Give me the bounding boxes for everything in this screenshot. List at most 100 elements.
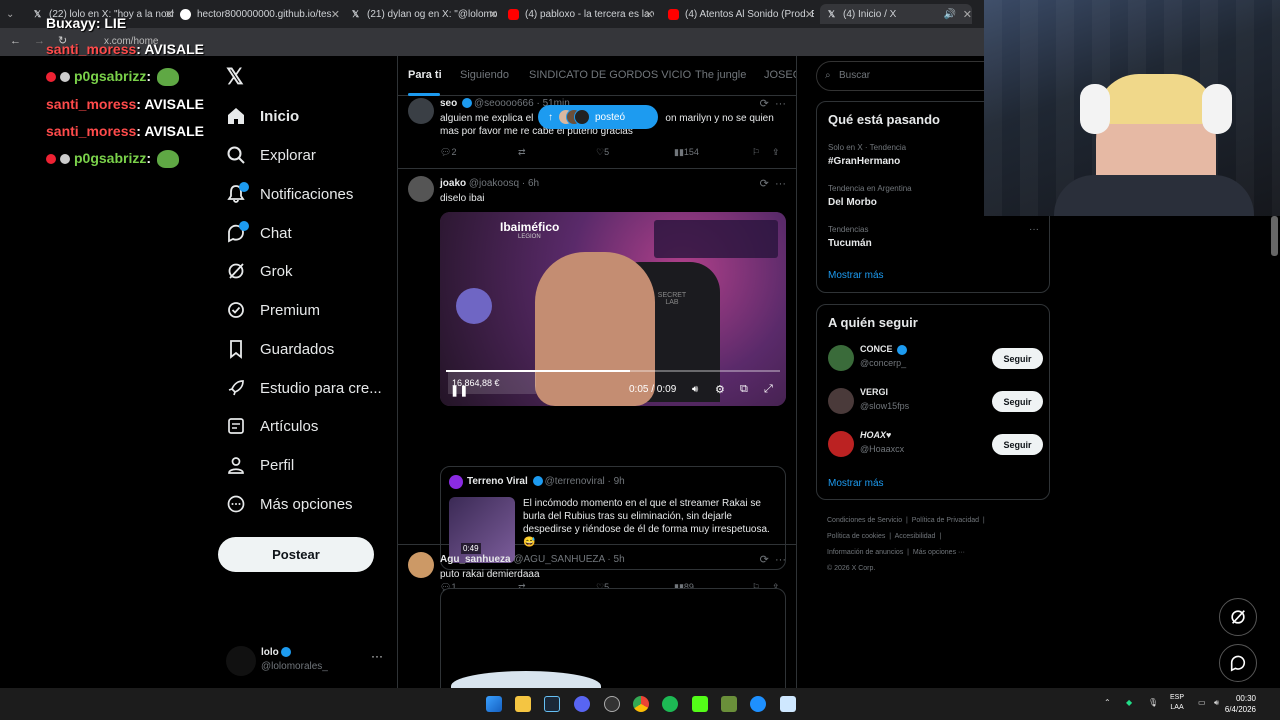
retweet-button[interactable]: ⇄ bbox=[518, 147, 526, 158]
grok-button[interactable] bbox=[1219, 598, 1257, 636]
trend-item[interactable]: Tendencias Tucumán ··· bbox=[817, 222, 1049, 256]
bookmark-icon[interactable]: ⚐ bbox=[752, 147, 760, 158]
trend-more-icon[interactable]: ··· bbox=[1029, 224, 1039, 235]
browser-tab[interactable]: (4) pabloxo - la tercera es la ve ✕ bbox=[508, 4, 654, 24]
close-tab-icon[interactable]: ✕ bbox=[963, 8, 972, 21]
footer-link[interactable]: Condiciones de Servicio bbox=[827, 517, 902, 524]
taskbar: ⌃ ◆ 🎙︎ ESP LAA ▭ 🔊︎ 00:30 6/4/2026 bbox=[0, 688, 1280, 720]
follow-button[interactable]: Seguir bbox=[992, 391, 1043, 412]
volume-icon[interactable]: 🔊︎ bbox=[1214, 698, 1219, 708]
kick-icon[interactable] bbox=[692, 696, 708, 712]
browser-tab[interactable]: (4) Atentos Al Sonido (Prod. Ela ✕ bbox=[668, 4, 814, 24]
follow-suggestion[interactable]: CONCE @concerp_ Seguir bbox=[828, 342, 1043, 376]
tweet-more-icon[interactable]: ⟳ ··· bbox=[760, 177, 786, 190]
browser-tab-active[interactable]: 𝕏 (4) Inicio / X 🔊 ✕ bbox=[820, 4, 972, 24]
headphones bbox=[1202, 84, 1232, 134]
video-progress-track[interactable] bbox=[446, 370, 780, 372]
scrollbar[interactable] bbox=[1271, 216, 1278, 256]
notification-badge bbox=[239, 221, 249, 231]
speaker-icon[interactable]: 🔊 bbox=[944, 9, 956, 20]
app-icon[interactable] bbox=[750, 696, 766, 712]
back-icon[interactable]: ← bbox=[10, 35, 21, 47]
tweet-more-icon[interactable]: ⟳ ··· bbox=[760, 97, 786, 110]
tab-siguiendo[interactable]: Siguiendo bbox=[460, 69, 509, 81]
settings-icon[interactable]: ⚙ bbox=[715, 383, 725, 396]
new-posts-pill[interactable]: ↑ posteó bbox=[538, 105, 658, 129]
chrome-icon[interactable] bbox=[633, 696, 649, 712]
like-button[interactable]: ♡ 5 bbox=[596, 147, 609, 158]
follow-suggestion[interactable]: HOAX♥ @Hoaaxcx Seguir bbox=[828, 428, 1043, 462]
close-tab-icon[interactable]: ✕ bbox=[645, 8, 654, 21]
sidebar-item-grok[interactable]: Grok bbox=[226, 256, 293, 286]
follow-button[interactable]: Seguir bbox=[992, 434, 1043, 455]
close-tab-icon[interactable]: ✕ bbox=[805, 8, 814, 21]
close-tab-icon[interactable]: ✕ bbox=[331, 8, 340, 21]
follow-button[interactable]: Seguir bbox=[992, 348, 1043, 369]
media-preview[interactable] bbox=[440, 588, 786, 688]
steam-icon[interactable] bbox=[544, 696, 560, 712]
bookmark-icon bbox=[230, 340, 242, 359]
volume-icon[interactable]: 🔊︎ bbox=[692, 384, 698, 395]
show-more-link[interactable]: Mostrar más bbox=[828, 270, 884, 281]
sidebar-item-creator-studio[interactable]: Estudio para cre... bbox=[226, 373, 382, 403]
x-logo-icon[interactable]: 𝕏 bbox=[226, 66, 248, 88]
footer-link[interactable]: Accesibilidad bbox=[895, 533, 936, 540]
pause-icon[interactable]: ❚❚ bbox=[450, 384, 468, 397]
sidebar-item-profile[interactable]: Perfil bbox=[226, 450, 294, 480]
tab-joseo[interactable]: JOSEO bbox=[764, 69, 796, 81]
footer-link[interactable]: Información de anuncios bbox=[827, 549, 903, 556]
file-explorer-icon[interactable] bbox=[515, 696, 531, 712]
clock[interactable]: 00:30 6/4/2026 bbox=[1225, 693, 1256, 715]
video-player[interactable]: Ibaiméfico LEGION SECRET LAB 16.864,88 €… bbox=[440, 212, 786, 406]
fullscreen-icon[interactable]: ⤢ bbox=[764, 383, 773, 396]
obs-icon[interactable] bbox=[604, 696, 620, 712]
discord-icon[interactable] bbox=[574, 696, 590, 712]
tab-search-button[interactable]: ⌄ bbox=[6, 4, 22, 24]
sidebar-item-explore[interactable]: Explorar bbox=[226, 140, 316, 170]
tweet[interactable]: Agu_sanhueza @AGU_SANHUEZA · 5h ⟳ ··· pu… bbox=[398, 546, 796, 688]
verified-icon bbox=[532, 476, 543, 487]
tweet[interactable]: joako @joakoosq · 6h ⟳ ··· diselo ibai I… bbox=[398, 170, 796, 592]
forward-icon[interactable]: → bbox=[34, 35, 45, 47]
footer-link[interactable]: Más opciones ··· bbox=[913, 549, 965, 556]
tab-the-jungle[interactable]: The jungle bbox=[695, 69, 746, 81]
messages-button[interactable] bbox=[1219, 644, 1257, 682]
tray-chevron-icon[interactable]: ⌃ bbox=[1104, 698, 1111, 707]
tab-sindicato[interactable]: SINDICATO DE GORDOS VICIO bbox=[529, 69, 691, 81]
views-button[interactable]: ▮▮ 154 bbox=[674, 147, 699, 158]
minecraft-icon[interactable] bbox=[721, 696, 737, 712]
language-indicator[interactable]: ESP LAA bbox=[1170, 693, 1184, 713]
browser-tab[interactable]: 𝕏 (21) dylan og en X: "@lolomora ✕ bbox=[350, 4, 498, 24]
sidebar-item-home[interactable]: Inicio bbox=[226, 101, 299, 131]
tweet-more-icon[interactable]: ⟳ ··· bbox=[760, 553, 786, 566]
notepad-icon[interactable] bbox=[780, 696, 796, 712]
badge-icon bbox=[46, 72, 56, 83]
left-sidebar: 𝕏 Inicio Explorar Notificaciones Chat Gr… bbox=[218, 56, 398, 688]
mic-icon[interactable]: 🎙︎ bbox=[1148, 698, 1158, 707]
footer-link[interactable]: Política de cookies bbox=[827, 533, 885, 540]
sidebar-item-notifications[interactable]: Notificaciones bbox=[226, 179, 353, 209]
show-more-link[interactable]: Mostrar más bbox=[828, 478, 884, 489]
hoodie bbox=[1054, 175, 1254, 216]
sidebar-item-chat[interactable]: Chat bbox=[226, 218, 292, 248]
share-icon[interactable]: ⇪ bbox=[772, 147, 780, 158]
tray-app-icon[interactable]: ◆ bbox=[1126, 698, 1132, 707]
footer-link[interactable]: Política de Privacidad bbox=[912, 517, 979, 524]
sidebar-item-articles[interactable]: Artículos bbox=[226, 411, 318, 441]
close-tab-icon[interactable]: ✕ bbox=[489, 8, 498, 21]
stream-overlay-panel bbox=[654, 220, 778, 258]
sidebar-item-premium[interactable]: Premium bbox=[226, 295, 320, 325]
verified-icon bbox=[897, 344, 908, 355]
network-icon[interactable]: ▭ bbox=[1198, 698, 1206, 707]
more-icon[interactable]: ··· bbox=[371, 649, 383, 663]
tab-para-ti[interactable]: Para ti bbox=[408, 69, 442, 81]
spotify-icon[interactable] bbox=[662, 696, 678, 712]
start-icon[interactable] bbox=[486, 696, 502, 712]
reply-button[interactable]: 💬︎ 2 bbox=[440, 147, 456, 158]
follow-suggestion[interactable]: VERGI @slow15fps Seguir bbox=[828, 385, 1043, 419]
sidebar-item-bookmarks[interactable]: Guardados bbox=[226, 334, 334, 364]
account-switcher[interactable]: lolo @lolomorales_ ··· bbox=[226, 644, 396, 684]
post-button[interactable]: Postear bbox=[218, 537, 374, 572]
sidebar-item-more[interactable]: Más opciones bbox=[226, 489, 353, 519]
pip-icon[interactable]: ⧉ bbox=[740, 383, 748, 396]
